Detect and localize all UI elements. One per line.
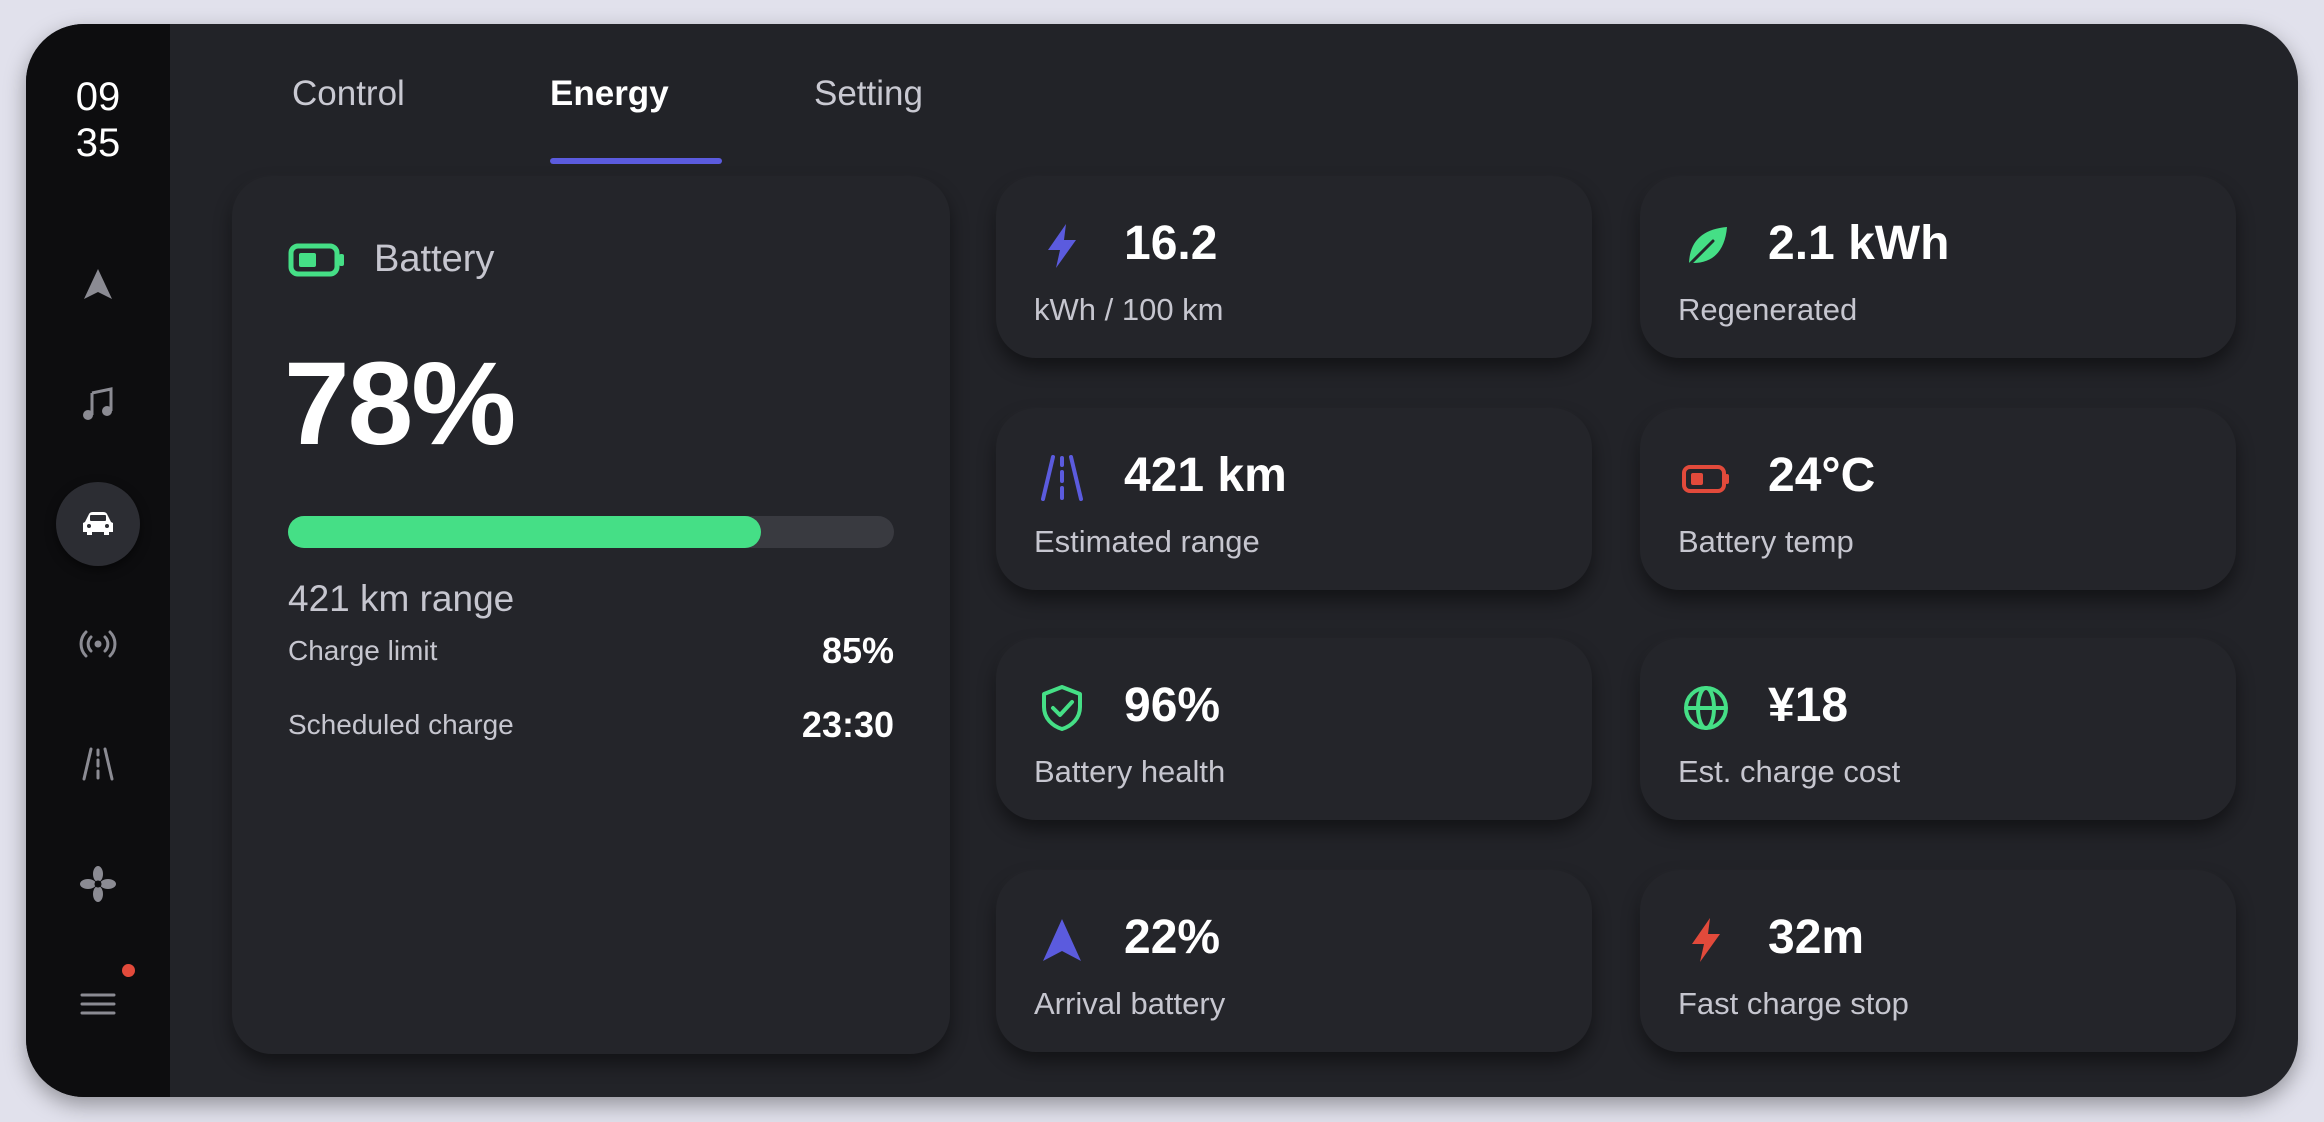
clock: 09 35	[26, 74, 170, 166]
tile-battery-health[interactable]: 96% Battery health	[996, 638, 1592, 820]
globe-icon	[1678, 680, 1734, 736]
tile-fast-charge-stop[interactable]: 32m Fast charge stop	[1640, 870, 2236, 1052]
sidebar-item-road[interactable]	[56, 722, 140, 806]
tab-control[interactable]: Control	[292, 74, 405, 114]
tile-battery-temp[interactable]: 24°C Battery temp	[1640, 408, 2236, 590]
tile-value: 16.2	[1124, 217, 1218, 270]
active-tab-indicator	[550, 158, 722, 164]
tile-label: kWh / 100 km	[1034, 292, 1224, 327]
tile-label: Fast charge stop	[1678, 986, 1909, 1021]
shield-check-icon	[1034, 680, 1090, 736]
broadcast-signal-icon	[79, 630, 117, 658]
tile-label: Arrival battery	[1034, 986, 1226, 1021]
navigation-arrow-icon	[1034, 912, 1090, 968]
tile-charge-cost[interactable]: ¥18 Est. charge cost	[1640, 638, 2236, 820]
fan-icon	[80, 866, 116, 902]
sidebar-item-vehicle[interactable]	[56, 482, 140, 566]
music-note-icon	[83, 387, 113, 420]
battery-level-fill	[288, 516, 761, 548]
tile-arrival-battery[interactable]: 22% Arrival battery	[996, 870, 1592, 1052]
sidebar: 09 35	[26, 24, 170, 1097]
menu-icon	[80, 993, 116, 1015]
tile-regenerated[interactable]: 2.1 kWh Regenerated	[1640, 176, 2236, 358]
tile-efficiency[interactable]: 16.2 kWh / 100 km	[996, 176, 1592, 358]
charge-limit-value: 85%	[821, 630, 894, 671]
sidebar-item-connectivity[interactable]	[56, 602, 140, 686]
sidebar-item-climate[interactable]	[56, 842, 140, 926]
leaf-icon	[1678, 218, 1734, 274]
tile-label: Est. charge cost	[1678, 754, 1901, 789]
clock-hour: 09	[75, 75, 121, 119]
car-icon	[83, 512, 113, 535]
battery-card: Battery 78% 421 km range Charge limit 85…	[232, 176, 950, 1054]
battery-range: 421 km range	[288, 578, 515, 619]
notification-dot	[122, 964, 135, 977]
charge-limit-label: Charge limit	[288, 635, 438, 666]
scheduled-charge-value: 23:30	[801, 704, 894, 745]
scheduled-charge-label: Scheduled charge	[288, 709, 514, 740]
battery-percent: 78%	[284, 338, 516, 470]
battery-icon	[288, 243, 344, 276]
road-icon	[1034, 450, 1090, 506]
tile-value: 421 km	[1124, 449, 1287, 502]
tile-value: 2.1 kWh	[1768, 217, 1950, 270]
tile-value: 24°C	[1768, 449, 1876, 502]
scheduled-charge-row[interactable]: Scheduled charge 23:30	[288, 704, 894, 746]
tile-value: 96%	[1124, 679, 1221, 732]
tab-setting[interactable]: Setting	[814, 74, 923, 114]
tile-label: Regenerated	[1678, 292, 1858, 327]
battery-title: Battery	[374, 238, 495, 280]
tile-label: Estimated range	[1034, 524, 1260, 559]
tile-label: Battery temp	[1678, 524, 1854, 559]
battery-card-header: Battery	[288, 238, 494, 281]
tile-value: 22%	[1124, 911, 1221, 964]
tile-estimated-range[interactable]: 421 km Estimated range	[996, 408, 1592, 590]
tile-value: ¥18	[1768, 679, 1849, 732]
sidebar-item-navigation[interactable]	[56, 242, 140, 326]
dashboard-frame: 09 35 Control Energy Setting Battery 78%…	[26, 24, 2298, 1097]
navigation-arrow-icon	[84, 269, 112, 299]
tile-value: 32m	[1768, 911, 1865, 964]
lightning-bolt-icon	[1034, 218, 1090, 274]
clock-minute: 35	[75, 121, 121, 165]
charge-limit-row[interactable]: Charge limit 85%	[288, 630, 894, 672]
battery-icon	[1678, 450, 1734, 506]
road-icon	[82, 747, 114, 781]
tile-label: Battery health	[1034, 754, 1226, 789]
lightning-bolt-icon	[1678, 912, 1734, 968]
tab-energy[interactable]: Energy	[550, 74, 669, 114]
battery-level-bar	[288, 516, 894, 548]
sidebar-item-media[interactable]	[56, 362, 140, 446]
